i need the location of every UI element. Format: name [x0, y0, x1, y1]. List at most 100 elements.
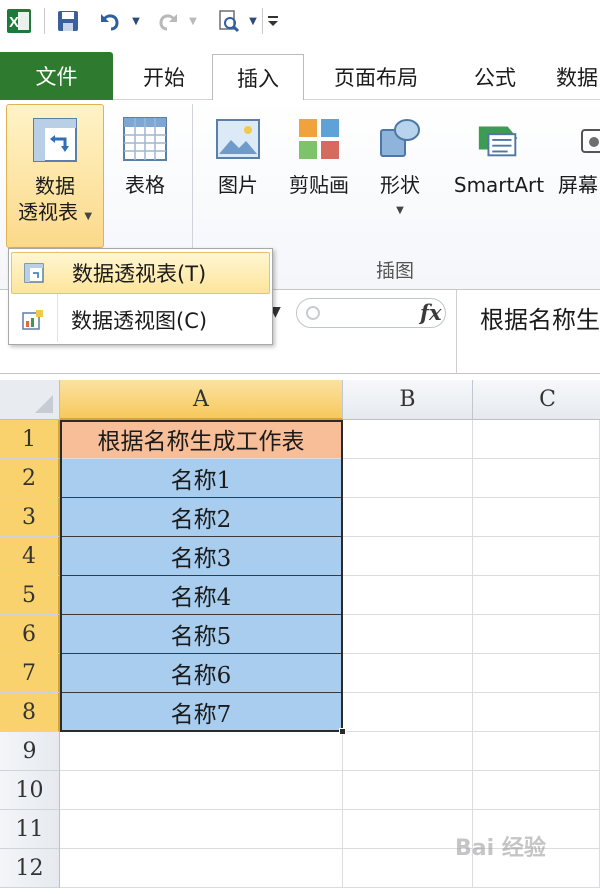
row-header[interactable]: 4 [0, 537, 60, 576]
tab-data[interactable]: 数据 [556, 54, 600, 100]
cell-c4[interactable] [473, 537, 600, 576]
shapes-label: 形状 [380, 173, 420, 197]
cell-c10[interactable] [473, 771, 600, 810]
cell-c2[interactable] [473, 459, 600, 498]
cell-b9[interactable] [343, 732, 473, 771]
cell-b7[interactable] [343, 654, 473, 693]
clip-art-button[interactable]: 剪贴画 [280, 104, 358, 198]
row-header[interactable]: 10 [0, 771, 60, 810]
row-header[interactable]: 7 [0, 654, 60, 693]
shapes-button[interactable]: 形状 ▼ [368, 104, 432, 224]
screenshot-label: 屏幕 [558, 173, 598, 197]
row-header[interactable]: 3 [0, 498, 60, 537]
row-header[interactable]: 6 [0, 615, 60, 654]
cell-a5[interactable]: 名称4 [60, 576, 343, 615]
cell-b10[interactable] [343, 771, 473, 810]
cell-a10[interactable] [60, 771, 343, 810]
cell-a1[interactable]: 根据名称生成工作表 [60, 420, 343, 459]
pivot-table-label-line1: 数据 [35, 174, 75, 198]
pivot-table-dropdown-menu: 数据透视表(T) 数据透视图(C) [8, 248, 273, 345]
cell-b2[interactable] [343, 459, 473, 498]
cell-a11[interactable] [60, 810, 343, 849]
insert-function-icon[interactable]: fx [420, 300, 442, 325]
menu-item-pivot-table[interactable]: 数据透视表(T) [11, 252, 270, 294]
row-header[interactable]: 5 [0, 576, 60, 615]
screenshot-button[interactable]: 屏幕 [558, 104, 600, 198]
cell-a12[interactable] [60, 849, 343, 888]
undo-icon[interactable] [96, 6, 124, 36]
table-icon [121, 114, 169, 164]
quick-access-toolbar: X ▼ ▼ ▼ [0, 0, 600, 44]
tab-page-layout[interactable]: 页面布局 [312, 54, 440, 100]
cell-b3[interactable] [343, 498, 473, 537]
row-header[interactable]: 9 [0, 732, 60, 771]
cell-b12[interactable] [343, 849, 473, 888]
worksheet-grid[interactable]: A B C 1 2 3 4 5 6 7 8 9 10 11 12 根据名称生成工… [0, 380, 600, 894]
print-preview-icon[interactable] [214, 6, 244, 36]
smartart-icon [475, 114, 523, 164]
cell-c8[interactable] [473, 693, 600, 732]
tab-formulas[interactable]: 公式 [452, 54, 538, 100]
cell-a4[interactable]: 名称3 [60, 537, 343, 576]
cell-c7[interactable] [473, 654, 600, 693]
table-label: 表格 [125, 173, 165, 197]
tab-file[interactable]: 文件 [0, 52, 113, 100]
cell-b6[interactable] [343, 615, 473, 654]
smartart-label: SmartArt [453, 173, 545, 197]
tab-home[interactable]: 开始 [122, 54, 206, 100]
pivot-chart-icon [11, 309, 55, 331]
row-header[interactable]: 11 [0, 810, 60, 849]
select-all-button[interactable] [0, 380, 60, 420]
menu-item-label: 数据透视表(T) [72, 262, 207, 286]
menu-item-pivot-chart[interactable]: 数据透视图(C) [11, 299, 270, 341]
shapes-dropdown-icon: ▼ [396, 205, 404, 216]
cell-b5[interactable] [343, 576, 473, 615]
column-header-a[interactable]: A [60, 380, 343, 420]
row-header[interactable]: 1 [0, 420, 60, 459]
pivot-table-icon [31, 115, 79, 165]
cell-b4[interactable] [343, 537, 473, 576]
column-header-b[interactable]: B [343, 380, 473, 420]
excel-icon[interactable]: X [4, 6, 34, 36]
redo-dropdown-icon[interactable]: ▼ [186, 6, 200, 36]
undo-dropdown-icon[interactable]: ▼ [128, 6, 144, 36]
cell-a2[interactable]: 名称1 [60, 459, 343, 498]
redo-icon[interactable] [154, 6, 182, 36]
cell-a3[interactable]: 名称2 [60, 498, 343, 537]
cell-c5[interactable] [473, 576, 600, 615]
cell-a8[interactable]: 名称7 [60, 693, 343, 732]
cell-c1[interactable] [473, 420, 600, 459]
table-button[interactable]: 表格 [110, 104, 180, 198]
cell-b11[interactable] [343, 810, 473, 849]
cell-c6[interactable] [473, 615, 600, 654]
column-header-c[interactable]: C [473, 380, 600, 420]
row-header[interactable]: 8 [0, 693, 60, 732]
picture-icon [214, 114, 262, 164]
clip-art-icon [295, 114, 343, 164]
formula-input[interactable]: 根据名称生 [480, 300, 600, 335]
camera-icon [580, 114, 600, 164]
row-header[interactable]: 12 [0, 849, 60, 888]
svg-text:X: X [9, 14, 19, 31]
picture-button[interactable]: 图片 [206, 104, 270, 198]
cell-a6[interactable]: 名称5 [60, 615, 343, 654]
row-header[interactable]: 2 [0, 459, 60, 498]
fill-handle[interactable] [339, 728, 346, 735]
cell-b8[interactable] [343, 693, 473, 732]
pivot-table-icon [12, 263, 56, 283]
cell-a7[interactable]: 名称6 [60, 654, 343, 693]
cell-b1[interactable] [343, 420, 473, 459]
menu-item-label: 数据透视图(C) [71, 309, 208, 333]
ribbon-tabs: 文件 开始 插入 页面布局 公式 数据 [0, 44, 600, 101]
pivot-table-button[interactable]: 数据 透视表 ▼ [6, 104, 104, 248]
smartart-button[interactable]: SmartArt [442, 104, 556, 198]
tab-insert[interactable]: 插入 [212, 54, 304, 101]
print-preview-dropdown-icon[interactable]: ▼ [246, 6, 260, 36]
cell-c9[interactable] [473, 732, 600, 771]
cell-c3[interactable] [473, 498, 600, 537]
save-icon[interactable] [54, 6, 82, 36]
shapes-icon [376, 114, 424, 164]
chevron-down-icon: ▼ [84, 211, 93, 222]
customize-qat-icon[interactable] [264, 6, 282, 36]
cell-a9[interactable] [60, 732, 343, 771]
